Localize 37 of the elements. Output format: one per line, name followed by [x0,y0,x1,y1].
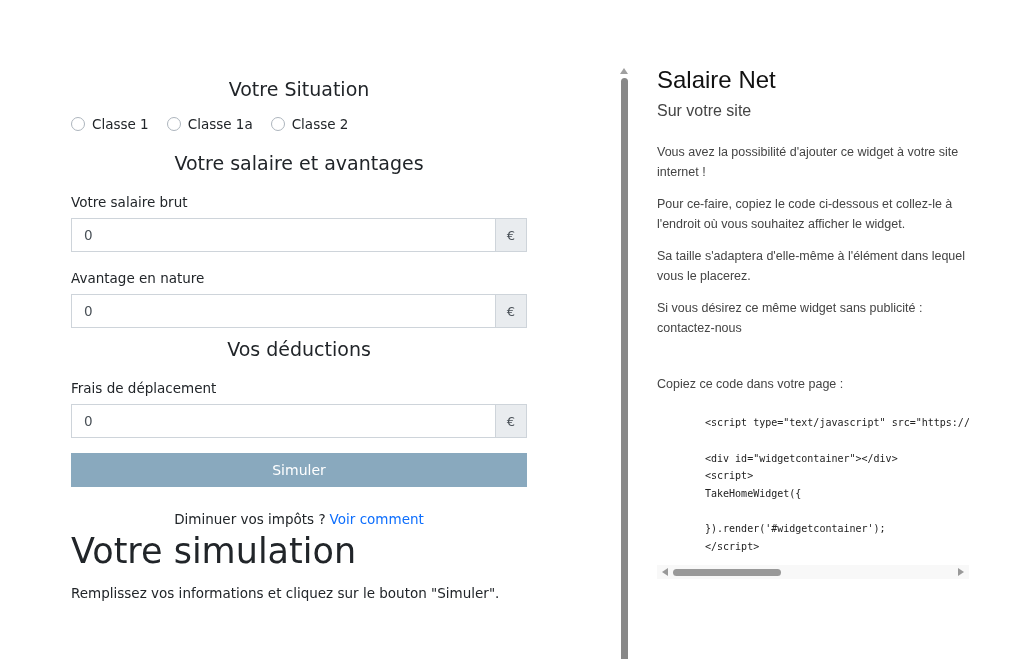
unit-addon: € [495,218,527,252]
code-line: TakeHomeWidget({ [705,486,803,501]
scroll-right-icon[interactable] [958,568,964,576]
section-heading: Votre salaire et avantages [174,152,424,174]
code-line: }).render('#widgetcontainer'); [705,522,887,536]
radio-label[interactable]: Classe 2 [291,116,349,132]
tip-link[interactable]: Voir comment [329,511,424,527]
code-line: </script> [705,539,761,554]
field-label: Avantage en nature [71,270,205,286]
code-intro: Copiez ce code dans votre page : [657,376,845,393]
code-line: <div id="widgetcontainer"></div> [705,451,899,466]
widget-paragraph: Si vous désirez ce même widget sans publicité : contactez-nous [657,300,924,337]
input-field[interactable]: 0 [71,404,495,438]
vertical-scrollbar[interactable] [620,68,628,659]
code-line: <script> [705,469,755,483]
unit-addon: € [495,404,527,438]
widget-subtitle: Sur votre site [657,102,753,120]
radio-label[interactable]: Classe 1 [92,116,149,132]
widget-paragraph: Pour ce-faire, copiez le code ci-dessous et collez-le à l'endroit où vous souhaitez afficher le widget. [657,196,954,233]
widget-title: Salaire Net [657,66,777,94]
section-heading: Vos déductions [227,338,371,360]
scroll-up-icon[interactable] [620,68,628,74]
result-heading: Votre simulation [71,531,357,571]
field-label: Frais de déplacement [71,380,217,396]
section-heading: Votre Situation [228,78,370,100]
scroll-left-icon[interactable] [662,568,668,576]
widget-paragraph: Sa taille s'adaptera d'elle-même à l'élément dans lequel vous le placerez. [657,248,967,285]
unit-addon: € [495,294,527,328]
code-line: <script type="text/javascript" src="https:// [705,416,969,430]
input-field[interactable]: 0 [71,294,495,328]
field-label: Votre salaire brut [71,194,188,210]
horizontal-scrollbar[interactable] [657,565,969,579]
tip-text: Diminuer vos impôts ? [174,511,326,527]
radio-label[interactable]: Classe 1a [187,116,253,132]
result-text: Remplissez vos informations et cliquez sur le bouton "Simuler". [71,585,500,601]
input-field[interactable]: 0 [71,218,495,252]
widget-paragraph: Vous avez la possibilité d'ajouter ce widget à votre site internet ! [657,144,960,181]
